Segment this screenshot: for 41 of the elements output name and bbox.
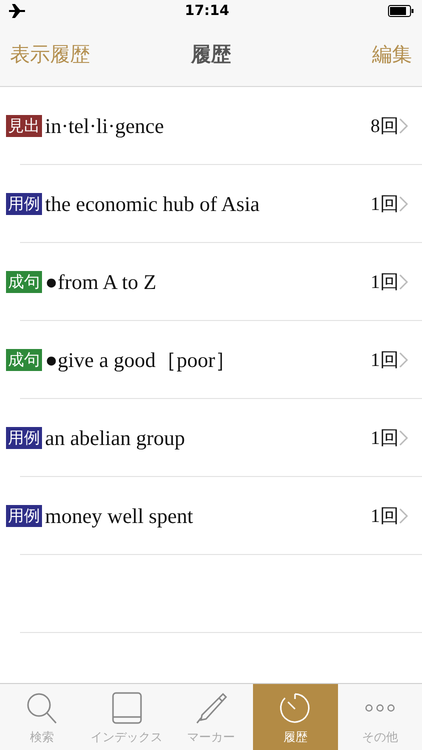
view-count: 1回 [370,427,399,451]
chevron-icon [399,430,408,446]
chevron-icon [399,352,408,368]
tab[interactable]: インデックス [84,684,169,750]
history-row[interactable]: 見出 in·tel·li·gence 8回 [0,87,422,165]
tab[interactable]: 検索 [0,684,84,750]
entry-text: money well spent [45,504,194,528]
entry-text: an abelian group [45,426,186,450]
chevron-icon [399,118,408,134]
chevron-icon [399,508,408,524]
history-row[interactable]: 用例 an abelian group 1回 [0,399,422,477]
edit-button[interactable]: 編集 [372,40,412,68]
history-view-button[interactable]: 表示履歴 [10,40,90,68]
history-row[interactable]: 用例 the economic hub of Asia 1回 [0,165,422,243]
entry-text: ●give a good［poor］ [45,347,238,374]
entry-text: the economic hub of Asia [45,192,261,216]
view-count: 1回 [370,193,399,217]
tab[interactable]: マーカー [168,684,254,750]
entry-tag: 成句 [6,349,42,371]
battery-icon [388,5,414,17]
status-time: 17:14 [184,3,230,19]
entry-text: in·tel·li·gence [45,114,165,138]
entry-tag: 成句 [6,271,42,293]
tab[interactable]: 履歴 [253,684,338,750]
nav-title: 履歴 [191,40,231,68]
chevron-icon [399,196,408,212]
view-count: 1回 [370,271,399,295]
entry-tag: 用例 [6,505,42,527]
view-count: 1回 [370,349,399,373]
entry-tag: 用例 [6,193,42,215]
view-count: 8回 [370,115,399,139]
chevron-icon [399,274,408,290]
entry-tag: 見出 [6,115,42,137]
entry-text: ●from A to Z [45,270,158,294]
history-row[interactable]: 成句 ●give a good［poor］ 1回 [0,321,422,399]
history-row[interactable]: 用例 money well spent 1回 [0,477,422,555]
airplane-icon [8,3,26,19]
entry-tag: 用例 [6,427,42,449]
view-count: 1回 [370,505,399,529]
tab[interactable]: その他 [338,684,422,750]
history-row[interactable]: 成句 ●from A to Z 1回 [0,243,422,321]
